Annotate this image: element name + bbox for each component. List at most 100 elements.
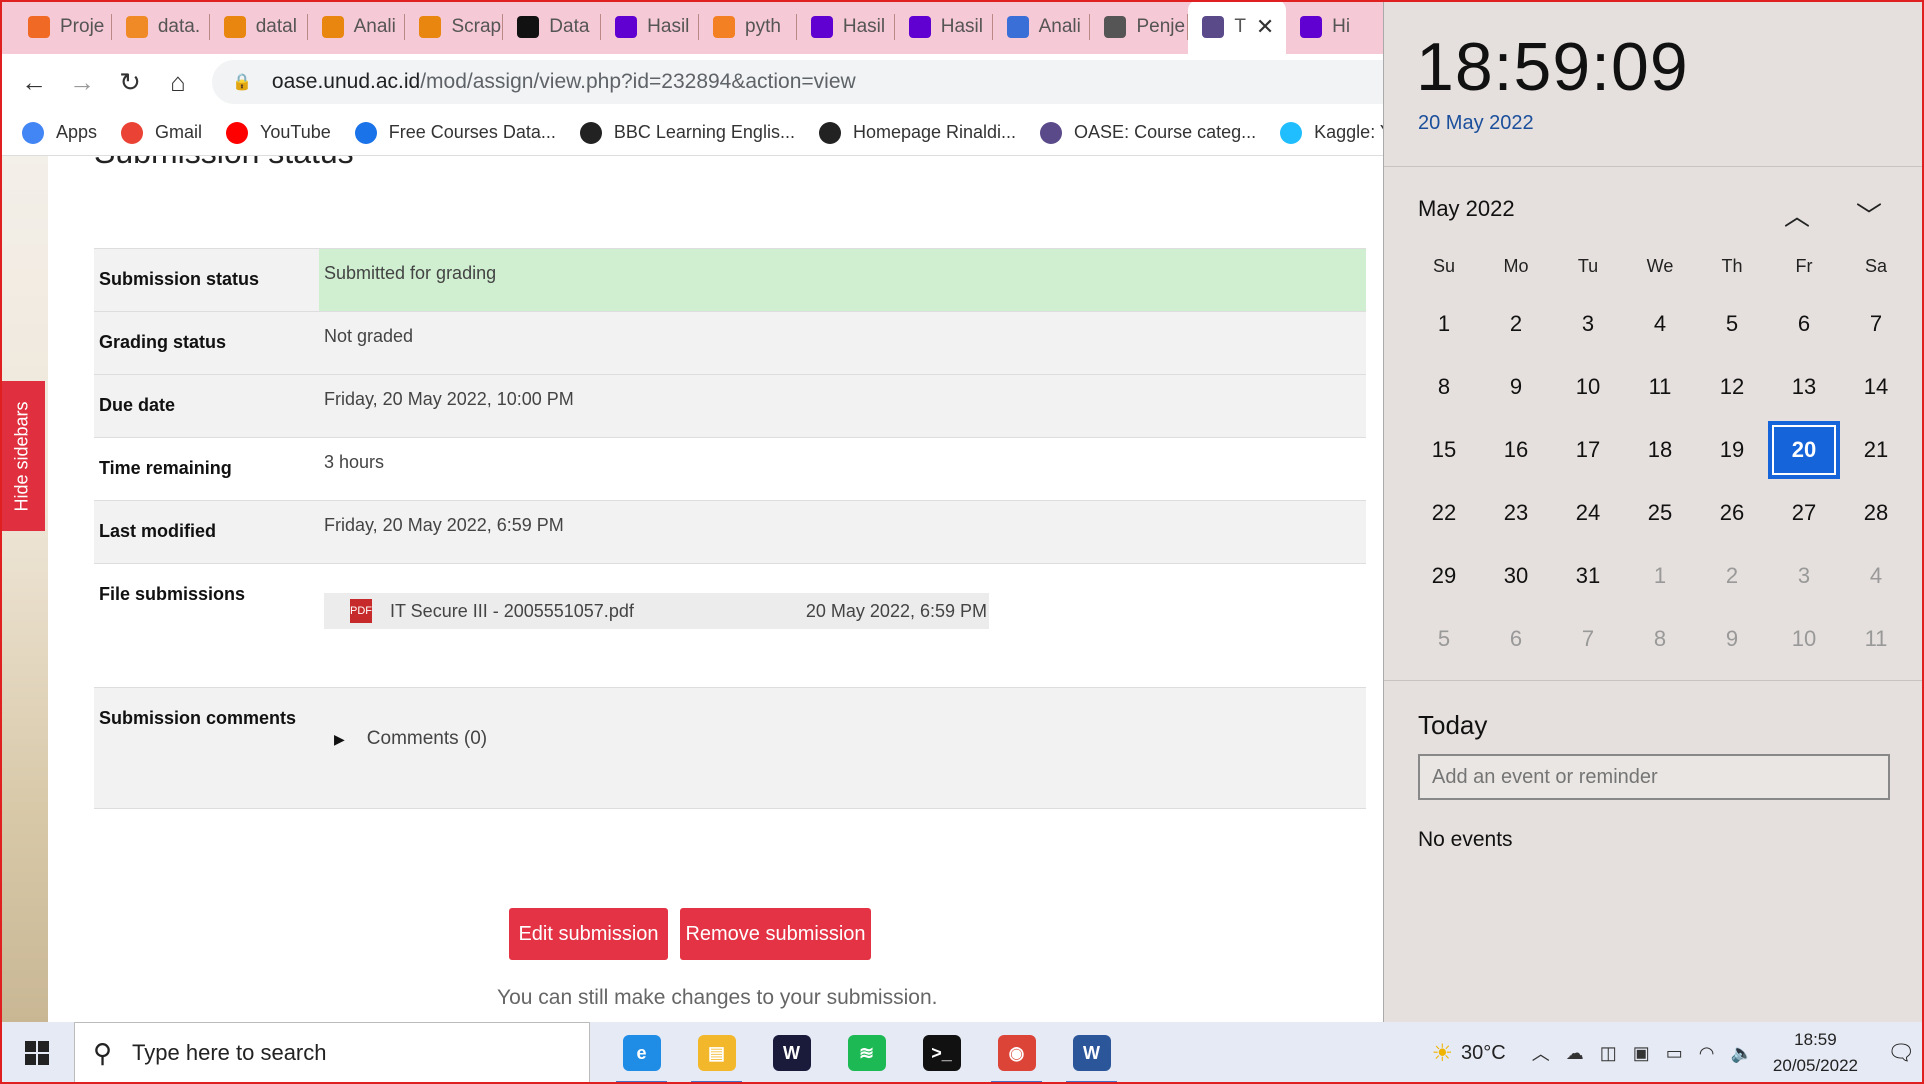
calendar-day[interactable]: 4 xyxy=(1624,295,1696,353)
calendar-day[interactable]: 23 xyxy=(1480,484,1552,542)
calendar-day[interactable]: 4 xyxy=(1840,547,1912,605)
chevron-up-icon[interactable]: ︿ xyxy=(1784,196,1810,233)
calendar-day[interactable]: 5 xyxy=(1408,610,1480,668)
chevron-up-icon[interactable]: ︿ xyxy=(1532,1040,1550,1066)
browser-tab[interactable]: Anali xyxy=(308,0,406,54)
calendar-day[interactable]: 29 xyxy=(1408,547,1480,605)
wifi-icon[interactable]: ◠ xyxy=(1699,1043,1715,1064)
edit-submission-button[interactable]: Edit submission xyxy=(509,908,668,960)
calendar-day[interactable]: 20 xyxy=(1768,420,1840,479)
calendar-day[interactable]: 11 xyxy=(1624,358,1696,416)
taskbar-app[interactable]: ◉ xyxy=(979,1022,1054,1084)
calendar-day[interactable]: 27 xyxy=(1768,484,1840,542)
remove-submission-button[interactable]: Remove submission xyxy=(680,908,871,960)
onedrive-icon[interactable]: ☁ xyxy=(1566,1043,1584,1064)
calendar-day[interactable]: 7 xyxy=(1552,610,1624,668)
taskbar-clock[interactable]: 18:59 20/05/2022 xyxy=(1773,1027,1858,1079)
browser-tab[interactable]: pyth xyxy=(699,0,797,54)
bookmark-item[interactable]: Gmail xyxy=(121,121,202,144)
calendar-day[interactable]: 2 xyxy=(1696,547,1768,605)
calendar-day[interactable]: 8 xyxy=(1408,358,1480,416)
browser-tab[interactable]: datal xyxy=(210,0,308,54)
browser-tab[interactable]: Hasil xyxy=(601,0,699,54)
calendar-day[interactable]: 6 xyxy=(1768,295,1840,353)
browser-tab[interactable]: Proje xyxy=(14,0,112,54)
home-icon[interactable]: ⌂ xyxy=(154,67,202,98)
calendar-day[interactable]: 1 xyxy=(1408,295,1480,353)
taskbar-search[interactable]: ⚲ Type here to search xyxy=(74,1022,590,1084)
camera-icon[interactable]: ◫ xyxy=(1600,1043,1617,1064)
bookmark-item[interactable]: YouTube xyxy=(226,121,331,144)
calendar-month[interactable]: May 2022 xyxy=(1418,196,1515,222)
bookmark-item[interactable]: Free Courses Data... xyxy=(354,121,556,144)
add-event-input[interactable] xyxy=(1418,754,1890,800)
browser-tab[interactable]: Hasil xyxy=(895,0,993,54)
calendar-day[interactable]: 13 xyxy=(1768,358,1840,416)
browser-tab[interactable]: Hasil xyxy=(797,0,895,54)
calendar-day[interactable]: 5 xyxy=(1696,295,1768,353)
back-icon[interactable]: ← xyxy=(10,67,58,98)
calendar-day[interactable]: 30 xyxy=(1480,547,1552,605)
taskbar-app[interactable]: W xyxy=(754,1022,829,1084)
reload-icon[interactable]: ↻ xyxy=(106,67,154,98)
calendar-day[interactable]: 9 xyxy=(1480,358,1552,416)
calendar-day[interactable]: 10 xyxy=(1768,610,1840,668)
forward-icon[interactable]: → xyxy=(58,67,106,98)
calendar-day[interactable]: 12 xyxy=(1696,358,1768,416)
comments-toggle[interactable]: ▶ Comments (0) xyxy=(324,728,1361,750)
calendar-day[interactable]: 3 xyxy=(1768,547,1840,605)
bookmark-item[interactable]: Kaggle: You xyxy=(1280,121,1384,144)
close-tab-icon[interactable]: ✕ xyxy=(1256,14,1274,40)
bookmark-item[interactable]: Homepage Rinaldi... xyxy=(818,121,1016,144)
weather-icon[interactable]: ☀ xyxy=(1432,1039,1454,1068)
browser-tab[interactable]: Hi xyxy=(1286,0,1384,54)
calendar-day[interactable]: 21 xyxy=(1840,421,1912,479)
weather-temp[interactable]: 30°C xyxy=(1461,1042,1506,1065)
browser-tab[interactable]: T ✕ xyxy=(1188,0,1287,54)
comments-link[interactable]: Comments (0) xyxy=(367,728,487,750)
calendar-day[interactable]: 17 xyxy=(1552,421,1624,479)
browser-tab[interactable]: Penje xyxy=(1090,0,1189,54)
calendar-day[interactable]: 14 xyxy=(1840,358,1912,416)
calendar-day[interactable]: 11 xyxy=(1840,610,1912,668)
calendar-day[interactable]: 8 xyxy=(1624,610,1696,668)
calendar-day[interactable]: 19 xyxy=(1696,421,1768,479)
volume-icon[interactable]: 🔈 xyxy=(1730,1043,1752,1064)
bookmark-item[interactable]: BBC Learning Englis... xyxy=(579,121,795,144)
bookmark-item[interactable]: OASE: Course categ... xyxy=(1040,121,1256,144)
calendar-day[interactable]: 7 xyxy=(1840,295,1912,353)
calendar-day[interactable]: 1 xyxy=(1624,547,1696,605)
calendar-day[interactable]: 22 xyxy=(1408,484,1480,542)
file-link[interactable]: IT Secure III - 2005551057.pdf xyxy=(390,601,634,622)
taskbar-app[interactable]: ▤ xyxy=(679,1022,754,1084)
battery-icon[interactable]: ▭ xyxy=(1666,1043,1683,1064)
calendar-day[interactable]: 10 xyxy=(1552,358,1624,416)
browser-tab[interactable]: data. xyxy=(112,0,210,54)
hide-sidebars-button[interactable]: Hide sidebars xyxy=(0,381,45,531)
calendar-day[interactable]: 15 xyxy=(1408,421,1480,479)
calendar-day[interactable]: 25 xyxy=(1624,484,1696,542)
bookmark-item[interactable]: Apps xyxy=(22,121,97,144)
calendar-day[interactable]: 26 xyxy=(1696,484,1768,542)
calendar-day[interactable]: 2 xyxy=(1480,295,1552,353)
taskbar-app[interactable]: ≋ xyxy=(829,1022,904,1084)
windows-start-icon[interactable] xyxy=(0,1022,74,1084)
flyout-date-link[interactable]: 20 May 2022 xyxy=(1418,112,1534,135)
taskbar-app[interactable]: W xyxy=(1054,1022,1129,1084)
calendar-day[interactable]: 31 xyxy=(1552,547,1624,605)
calendar-day[interactable]: 3 xyxy=(1552,295,1624,353)
calendar-day[interactable]: 24 xyxy=(1552,484,1624,542)
calendar-day[interactable]: 28 xyxy=(1840,484,1912,542)
browser-tab[interactable]: Anali xyxy=(993,0,1091,54)
calendar-day[interactable]: 16 xyxy=(1480,421,1552,479)
notification-icon[interactable]: 🗨 xyxy=(1878,1022,1924,1084)
calendar-day[interactable]: 6 xyxy=(1480,610,1552,668)
browser-tab[interactable]: Scrap xyxy=(405,0,504,54)
display-icon[interactable]: ▣ xyxy=(1633,1043,1650,1064)
calendar-day[interactable]: 9 xyxy=(1696,610,1768,668)
calendar-day[interactable]: 18 xyxy=(1624,421,1696,479)
browser-tab[interactable]: Data xyxy=(503,0,602,54)
chevron-down-icon[interactable]: ﹀ xyxy=(1856,196,1882,233)
taskbar-app[interactable]: e xyxy=(604,1022,679,1084)
url-field[interactable]: 🔒 oase.unud.ac.id/mod/assign/view.php?id… xyxy=(212,60,1402,104)
